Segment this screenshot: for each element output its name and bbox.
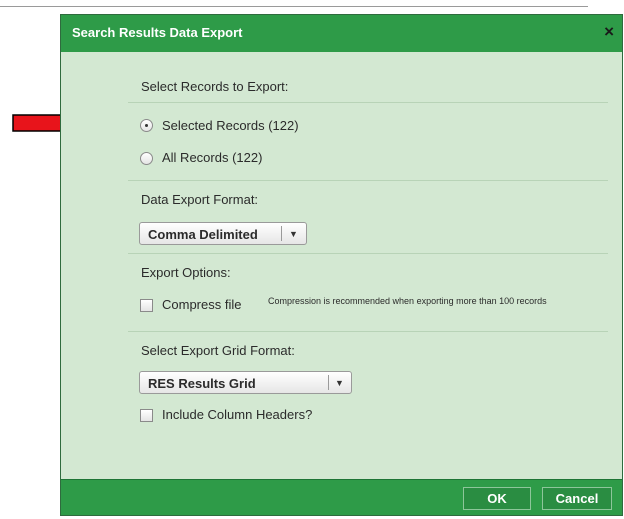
close-icon[interactable]: ×: [604, 23, 614, 40]
all-records-label[interactable]: All Records (122): [162, 150, 262, 165]
radio-selected-records[interactable]: [140, 119, 153, 132]
export-options-heading: Export Options:: [141, 265, 231, 280]
divider: [128, 331, 608, 332]
compress-note: Compression is recommended when exportin…: [268, 296, 547, 306]
chevron-down-icon: ▼: [335, 378, 344, 388]
radio-dot-icon: [145, 124, 148, 127]
grid-format-value: RES Results Grid: [148, 376, 256, 391]
export-format-select[interactable]: Comma Delimited ▼: [139, 222, 307, 245]
ok-button[interactable]: OK: [463, 487, 531, 510]
grid-format-select[interactable]: RES Results Grid ▼: [139, 371, 352, 394]
grid-format-heading: Select Export Grid Format:: [141, 343, 295, 358]
compress-label[interactable]: Compress file: [162, 297, 241, 312]
export-format-value: Comma Delimited: [148, 227, 258, 242]
format-heading: Data Export Format:: [141, 192, 259, 207]
top-rule: [0, 6, 588, 7]
include-headers-checkbox[interactable]: [140, 409, 153, 422]
divider: [128, 253, 608, 254]
cancel-button[interactable]: Cancel: [542, 487, 612, 510]
records-heading: Select Records to Export:: [141, 79, 289, 94]
radio-all-records[interactable]: [140, 152, 153, 165]
divider: [128, 102, 608, 103]
include-headers-label[interactable]: Include Column Headers?: [162, 407, 312, 422]
dialog-body: Select Records to Export: Selected Recor…: [61, 52, 622, 482]
chevron-down-icon: ▼: [289, 229, 298, 239]
selected-records-label[interactable]: Selected Records (122): [162, 118, 299, 133]
divider: [128, 180, 608, 181]
dialog-title: Search Results Data Export: [72, 25, 243, 40]
dialog-titlebar: Search Results Data Export ×: [61, 15, 622, 53]
compress-checkbox[interactable]: [140, 299, 153, 312]
select-separator: [281, 226, 282, 241]
select-separator: [328, 375, 329, 390]
export-dialog: Search Results Data Export × Select Reco…: [60, 14, 623, 516]
dialog-footer: OK Cancel: [61, 479, 622, 515]
